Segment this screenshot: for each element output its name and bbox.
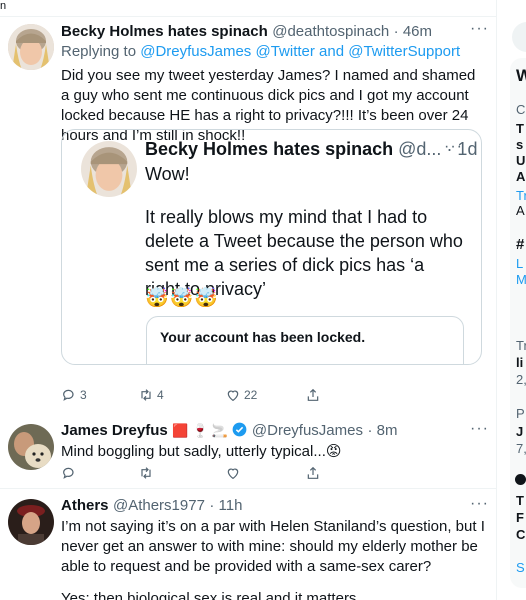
- quoted-author-name[interactable]: Becky Holmes hates spinach: [145, 139, 393, 159]
- sidebar-fragment: C: [516, 527, 526, 542]
- locked-card-title: Your account has been locked.: [160, 329, 366, 345]
- search-bar-edge[interactable]: [512, 22, 526, 52]
- retweet-count: 4: [157, 388, 164, 402]
- tweet-athers[interactable]: Athers @Athers1977 · 11h ··· I’m not say…: [0, 492, 496, 600]
- sidebar-fragment: #: [516, 236, 525, 253]
- sidebar-fragment: 7,: [516, 441, 526, 456]
- reply-icon: [63, 467, 74, 479]
- author-handle[interactable]: @Athers1977: [113, 497, 205, 514]
- sidebar-heading-fragment: W: [516, 66, 526, 85]
- share-icon: [307, 388, 319, 401]
- replying-to-users[interactable]: @DreyfusJames @Twitter and @TwitterSuppo…: [140, 43, 460, 60]
- more-options-icon[interactable]: ···: [470, 495, 489, 513]
- heart-icon: [227, 390, 239, 402]
- sidebar-fragment: A: [516, 169, 526, 184]
- sidebar-fragment: 2,: [516, 372, 526, 387]
- retweet-icon: [141, 467, 151, 479]
- sidebar-fragment: T: [516, 121, 524, 136]
- sidebar-fragment: P: [516, 406, 525, 421]
- avatar-photo-icon: [81, 141, 137, 197]
- tweet-time[interactable]: · 46m: [394, 23, 432, 40]
- tweet-text: Mind boggling but sadly, utterly typical…: [61, 443, 342, 460]
- tweet-text: I’m not saying it’s on a par with Helen …: [61, 518, 485, 575]
- more-options-icon[interactable]: ···: [470, 20, 489, 38]
- sidebar-fragment: T: [516, 493, 524, 508]
- divider: [0, 16, 496, 17]
- tweet-text-continued: Yes: then biological sex is real and it …: [61, 590, 361, 600]
- sidebar-account-icon: [515, 474, 526, 485]
- timeline-column: n Becky Holmes hates spinach @deathtospi…: [0, 0, 497, 600]
- author-name[interactable]: Becky Holmes hates spinach: [61, 23, 268, 40]
- tweet-time[interactable]: · 8m: [367, 422, 397, 439]
- retweet-button[interactable]: 4: [138, 387, 225, 403]
- sidebar-fragment: U: [516, 153, 526, 168]
- avatar-photo-icon: [8, 499, 54, 545]
- sidebar-fragment: Tr: [516, 338, 526, 353]
- reply-button[interactable]: [61, 465, 138, 481]
- author-name[interactable]: James Dreyfus: [61, 422, 168, 439]
- tweet-time[interactable]: · 11h: [209, 497, 242, 514]
- sidebar-fragment[interactable]: M: [516, 272, 526, 287]
- sidebar-fragment: s: [516, 137, 524, 152]
- name-emoji-badges: 🟥 🍷 🚬: [172, 423, 228, 438]
- reply-count: 3: [80, 388, 87, 402]
- like-button[interactable]: 22: [225, 387, 305, 403]
- tweet-james[interactable]: James Dreyfus 🟥 🍷 🚬 @DreyfusJames · 8m ·…: [0, 414, 496, 484]
- author-handle[interactable]: @DreyfusJames: [252, 422, 363, 439]
- sidebar-fragment: J: [516, 424, 524, 439]
- locked-card-cutoff-row: [160, 363, 360, 364]
- quoted-text-line1: Wow!: [145, 164, 190, 184]
- sidebar-fragment: F: [516, 510, 524, 525]
- avatar-photo-icon: [8, 424, 54, 470]
- divider: [0, 488, 496, 489]
- verified-badge-icon: [233, 422, 247, 437]
- quoted-tweet[interactable]: Becky Holmes hates spinach @d... · 1d ··…: [61, 129, 482, 365]
- author-handle[interactable]: @deathtospinach: [272, 23, 389, 40]
- avatar-photo-icon: [8, 24, 54, 70]
- like-button[interactable]: [225, 465, 305, 481]
- replying-to-label: Replying to: [61, 43, 137, 60]
- avatar[interactable]: [8, 499, 54, 545]
- sidebar-fragment: C: [516, 102, 526, 117]
- share-button[interactable]: [305, 465, 321, 481]
- mind-blown-emojis: 🤯🤯🤯: [145, 288, 219, 309]
- avatar[interactable]: [8, 24, 54, 70]
- quoted-more-options-icon[interactable]: ···: [444, 138, 463, 156]
- sidebar-fragment[interactable]: L: [516, 256, 523, 271]
- avatar[interactable]: [8, 424, 54, 470]
- locked-account-card[interactable]: Your account has been locked.: [146, 316, 464, 364]
- share-icon: [307, 466, 319, 479]
- heart-icon: [227, 468, 239, 480]
- tweet-actions: 3 4 22: [61, 387, 321, 403]
- quoted-author-handle[interactable]: @d...: [398, 139, 441, 159]
- like-count: 22: [244, 388, 258, 402]
- reply-button[interactable]: 3: [61, 387, 138, 403]
- reply-icon: [63, 389, 74, 401]
- author-name[interactable]: Athers: [61, 497, 109, 514]
- tweet-actions: [61, 465, 321, 481]
- retweet-button[interactable]: [138, 465, 225, 481]
- sidebar-fragment[interactable]: Tr: [516, 188, 526, 203]
- sidebar-fragment: li: [516, 355, 524, 370]
- share-button[interactable]: [305, 387, 321, 403]
- quoted-avatar[interactable]: [81, 141, 137, 197]
- sidebar-fragment: A: [516, 203, 525, 218]
- retweet-icon: [141, 389, 151, 401]
- right-sidebar-clipped: W C T s U A Tr A # L M Tr li 2, P J 7, T…: [498, 0, 526, 600]
- more-options-icon[interactable]: ···: [470, 420, 489, 438]
- sidebar-show-more-fragment[interactable]: S: [516, 560, 525, 575]
- previous-tweet-fragment: n: [0, 0, 7, 12]
